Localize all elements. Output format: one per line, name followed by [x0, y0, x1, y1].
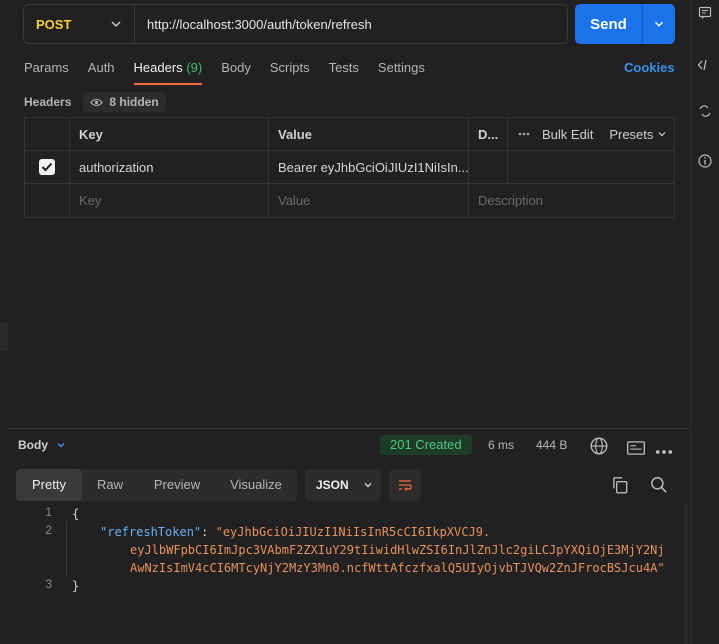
- table-row: authorization Bearer eyJhbGciOiJIUzI1NiI…: [25, 151, 674, 184]
- json-value-part-3: AwNzIsImV4cCI6MTcyNjY2MzY3Mn0.ncfWttAfcz…: [130, 561, 665, 575]
- select-column-header: [25, 118, 70, 150]
- row-checkbox-cell: [25, 151, 70, 183]
- tab-raw[interactable]: Raw: [82, 469, 138, 501]
- copy-icon[interactable]: [610, 475, 630, 495]
- format-select[interactable]: JSON: [305, 469, 381, 501]
- tab-pretty[interactable]: Pretty: [16, 469, 82, 501]
- tab-tests[interactable]: Tests: [329, 59, 359, 85]
- info-icon[interactable]: [695, 154, 715, 174]
- search-icon[interactable]: [649, 475, 669, 495]
- more-icon[interactable]: [654, 442, 674, 462]
- chevron-down-icon: [57, 443, 65, 448]
- chevron-down-icon: [655, 21, 663, 27]
- json-line-2: "refreshToken": "eyJhbGciOiJIUzI1NiIsInR…: [100, 523, 490, 541]
- method-label: POST: [36, 16, 72, 32]
- method-select[interactable]: POST: [24, 5, 135, 43]
- comments-icon[interactable]: [695, 6, 715, 26]
- cookies-link[interactable]: Cookies: [624, 60, 675, 75]
- headers-section-header: Headers 8 hidden: [24, 92, 166, 112]
- hidden-headers-label: 8 hidden: [109, 95, 159, 109]
- new-description-input[interactable]: Description: [469, 184, 674, 217]
- value-column-header: Value: [269, 118, 469, 150]
- table-actions: Bulk Edit Presets: [508, 118, 674, 150]
- empty-checkbox-cell: [25, 184, 70, 217]
- headers-title: Headers: [24, 95, 72, 109]
- right-sidebar: [690, 0, 719, 644]
- format-label: JSON: [316, 478, 349, 492]
- status-badge[interactable]: 201 Created: [380, 435, 472, 455]
- response-body-dropdown[interactable]: Body: [18, 438, 66, 452]
- chevron-down-icon: [658, 132, 666, 137]
- tab-headers-label: Headers: [133, 60, 183, 75]
- url-bar: POST http://localhost:3000/auth/token/re…: [23, 4, 568, 44]
- ellipsis-icon[interactable]: [518, 132, 530, 136]
- presets-dropdown[interactable]: Presets: [609, 127, 667, 142]
- left-panel-edge: [0, 323, 8, 351]
- json-colon: :: [201, 525, 216, 539]
- description-column-header: D...: [469, 118, 508, 150]
- json-open-brace: {: [72, 507, 80, 521]
- scrollbar[interactable]: [684, 505, 688, 644]
- send-options-button[interactable]: [643, 17, 675, 31]
- new-key-input[interactable]: Key: [70, 184, 269, 217]
- wrap-lines-icon: [399, 480, 412, 491]
- response-view-tabs: Pretty Raw Preview Visualize: [16, 469, 297, 501]
- response-body-label: Body: [18, 438, 48, 452]
- tab-headers-count: (9): [186, 60, 203, 75]
- rename-icon[interactable]: [695, 104, 715, 124]
- table-row-empty: Key Value Description: [25, 184, 674, 217]
- tab-preview[interactable]: Preview: [138, 469, 216, 501]
- table-header-row: Key Value D... Bulk Edit Presets: [25, 118, 674, 151]
- eye-icon: [90, 98, 104, 106]
- tab-visualize[interactable]: Visualize: [216, 469, 296, 501]
- response-divider[interactable]: [8, 428, 690, 429]
- json-value-part-1: "eyJhbGciOiJIUzI1NiIsInR5cCI6IkpXVCJ9.: [215, 525, 491, 539]
- json-close-brace: }: [72, 579, 80, 593]
- line-number: 2: [45, 523, 52, 537]
- send-label: Send: [590, 15, 627, 33]
- line-number: 3: [45, 577, 52, 591]
- header-key-cell[interactable]: authorization: [70, 151, 269, 183]
- response-time[interactable]: 6 ms: [488, 438, 514, 452]
- headers-table: Key Value D... Bulk Edit Presets authori…: [24, 117, 675, 218]
- header-enabled-checkbox[interactable]: [39, 159, 55, 175]
- chevron-down-icon: [111, 21, 121, 27]
- new-value-input[interactable]: Value: [269, 184, 469, 217]
- tab-params[interactable]: Params: [24, 59, 69, 85]
- url-input[interactable]: http://localhost:3000/auth/token/refresh: [135, 17, 372, 32]
- presets-label: Presets: [609, 126, 654, 142]
- globe-icon[interactable]: [589, 436, 609, 456]
- tab-settings[interactable]: Settings: [378, 59, 425, 85]
- save-response-icon[interactable]: [626, 438, 646, 458]
- key-column-header: Key: [70, 118, 269, 150]
- header-description-cell[interactable]: [469, 151, 508, 183]
- tab-headers[interactable]: Headers (9): [133, 59, 203, 85]
- check-icon: [41, 162, 53, 172]
- response-size[interactable]: 444 B: [536, 438, 567, 452]
- tab-auth[interactable]: Auth: [88, 59, 115, 85]
- json-value-part-2: eyJlbWFpbCI6ImJpc3VAbmF2ZXIuY29tIiwidHlw…: [130, 543, 665, 557]
- json-key: "refreshToken": [100, 525, 202, 539]
- hidden-headers-toggle[interactable]: 8 hidden: [83, 92, 166, 112]
- send-button[interactable]: Send: [575, 4, 675, 44]
- bulk-edit-button[interactable]: Bulk Edit: [542, 127, 593, 142]
- line-number: 1: [45, 505, 52, 519]
- request-tabs: Params Auth Headers (9) Body Scripts Tes…: [24, 59, 444, 85]
- header-value-cell[interactable]: Bearer eyJhbGciOiJIUzI1NiIsIn...: [269, 151, 469, 183]
- wrap-lines-button[interactable]: [389, 469, 421, 501]
- code-icon[interactable]: [695, 58, 715, 78]
- chevron-down-icon: [364, 483, 372, 488]
- tab-body[interactable]: Body: [221, 59, 251, 85]
- tab-scripts[interactable]: Scripts: [270, 59, 310, 85]
- response-body-code[interactable]: 1 2 3 { "refreshToken": "eyJhbGciOiJIUzI…: [16, 505, 684, 644]
- header-description-cell-extended[interactable]: [508, 151, 674, 183]
